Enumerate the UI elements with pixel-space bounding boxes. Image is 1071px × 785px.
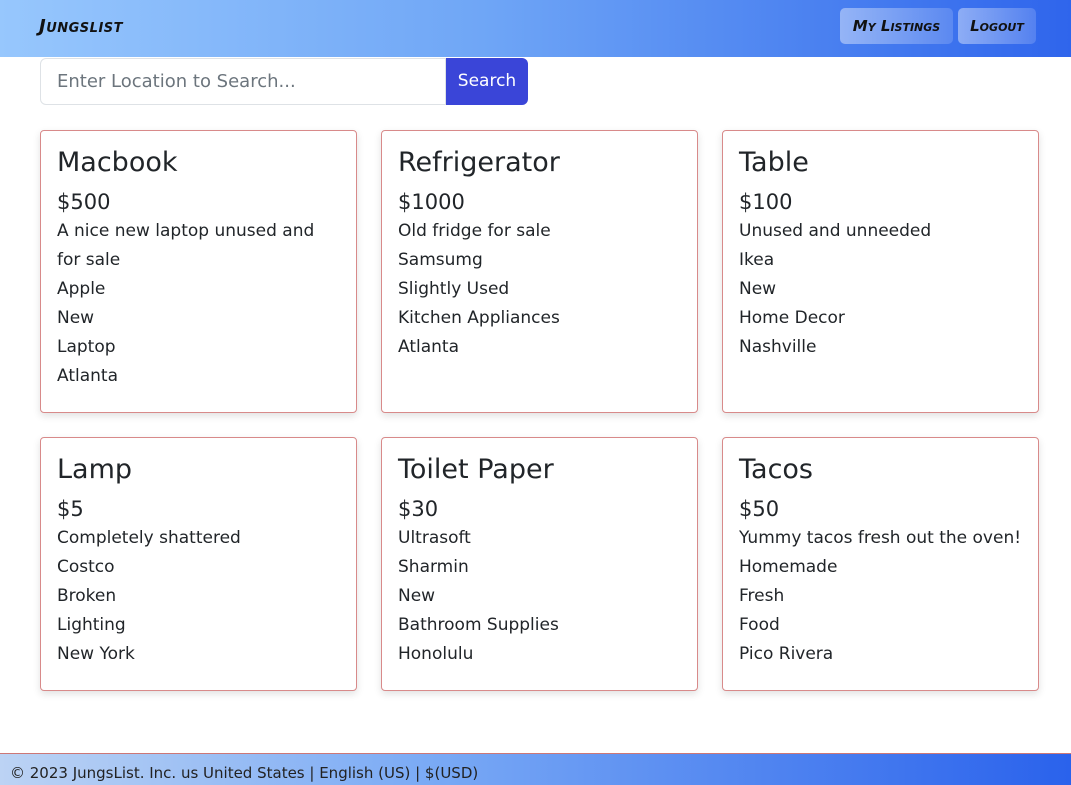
- listing-description: Old fridge for sale: [398, 221, 551, 241]
- listing-title: Table: [739, 147, 809, 178]
- listing-title: Tacos: [739, 454, 813, 485]
- brand-logo[interactable]: Jungslist: [39, 16, 123, 37]
- listing-description: Unused and unneeded: [739, 221, 932, 241]
- listing-brand: Ikea: [739, 250, 775, 270]
- listing-location: Honolulu: [398, 644, 474, 664]
- footer: © 2023 JungsList. Inc. us United States …: [0, 753, 1071, 785]
- listing-category: Home Decor: [739, 308, 845, 328]
- listing-title: Toilet Paper: [398, 454, 554, 485]
- location-search-input[interactable]: [40, 58, 446, 105]
- listing-title: Macbook: [57, 147, 178, 178]
- listing-location: New York: [57, 644, 135, 664]
- listing-price: $1000: [398, 190, 465, 214]
- listing-card[interactable]: Tacos $50 Yummy tacos fresh out the oven…: [722, 437, 1039, 691]
- listing-description: Yummy tacos fresh out the oven!: [739, 528, 1022, 548]
- listing-condition: Broken: [57, 586, 117, 606]
- listing-category: Bathroom Supplies: [398, 615, 559, 635]
- listing-description: A nice new laptop unused and for sale: [57, 221, 315, 270]
- listing-card[interactable]: Table $100 Unused and unneeded Ikea New …: [722, 130, 1039, 413]
- footer-text: © 2023 JungsList. Inc. us United States …: [10, 764, 479, 782]
- listing-brand: Sharmin: [398, 557, 469, 577]
- listing-condition: Slightly Used: [398, 279, 510, 299]
- listing-location: Pico Rivera: [739, 644, 834, 664]
- listing-brand: Homemade: [739, 557, 838, 577]
- listing-title: Lamp: [57, 454, 133, 485]
- listing-brand: Samsumg: [398, 250, 483, 270]
- listing-category: Lighting: [57, 615, 126, 635]
- listing-price: $30: [398, 497, 439, 521]
- my-listings-button[interactable]: My Listings: [840, 8, 953, 44]
- listing-price: $500: [57, 190, 111, 214]
- search-button[interactable]: Search: [446, 58, 528, 105]
- navbar: Jungslist My Listings Logout: [0, 0, 1071, 57]
- listing-category: Food: [739, 615, 780, 635]
- listing-condition: New: [398, 586, 436, 606]
- listing-category: Laptop: [57, 337, 116, 357]
- listing-condition: Fresh: [739, 586, 785, 606]
- listing-price: $100: [739, 190, 793, 214]
- listing-location: Atlanta: [57, 366, 118, 386]
- listing-description: Completely shattered: [57, 528, 241, 548]
- logout-button[interactable]: Logout: [958, 8, 1036, 44]
- listing-card[interactable]: Lamp $5 Completely shattered Costco Brok…: [40, 437, 357, 691]
- listing-card[interactable]: Toilet Paper $30 Ultrasoft Sharmin New B…: [381, 437, 698, 691]
- listing-condition: New: [57, 308, 95, 328]
- listing-brand: Costco: [57, 557, 115, 577]
- listing-description: Ultrasoft: [398, 528, 471, 548]
- listing-brand: Apple: [57, 279, 106, 299]
- listing-price: $50: [739, 497, 780, 521]
- listing-condition: New: [739, 279, 777, 299]
- page: Jungslist My Listings Logout Search Macb…: [0, 0, 1071, 785]
- listing-title: Refrigerator: [398, 147, 560, 178]
- listing-location: Nashville: [739, 337, 817, 357]
- listing-card[interactable]: Refrigerator $1000 Old fridge for sale S…: [381, 130, 698, 413]
- listing-category: Kitchen Appliances: [398, 308, 560, 328]
- listing-location: Atlanta: [398, 337, 459, 357]
- listing-card[interactable]: Macbook $500 A nice new laptop unused an…: [40, 130, 357, 413]
- listing-price: $5: [57, 497, 84, 521]
